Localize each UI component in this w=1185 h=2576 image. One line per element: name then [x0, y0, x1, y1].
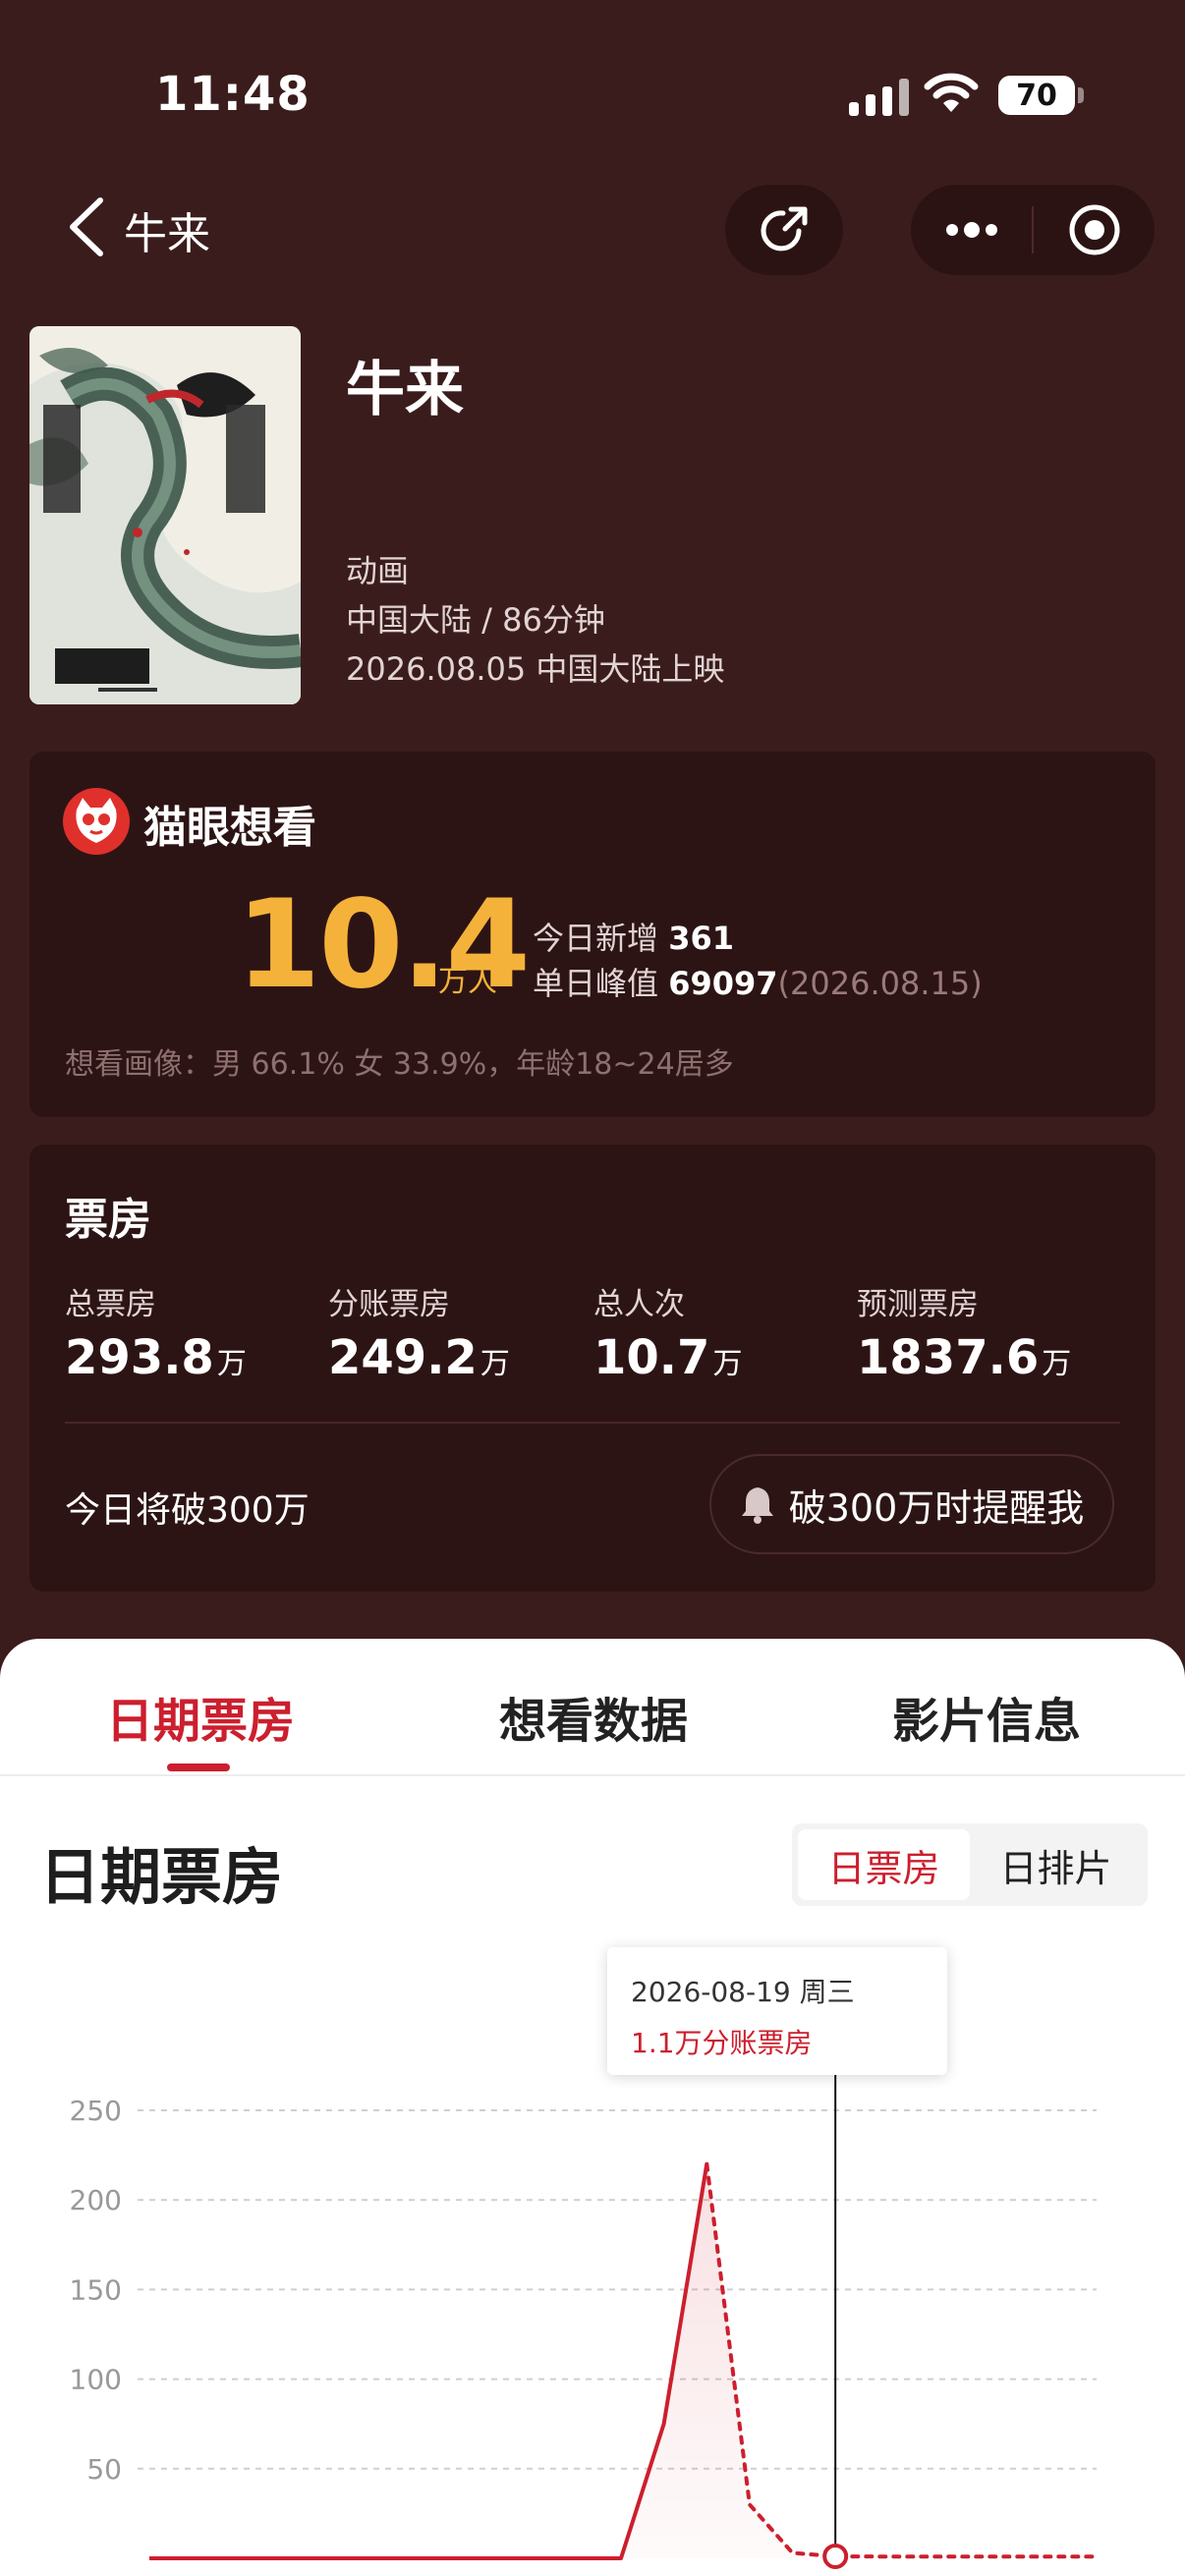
daily-box-office-chart[interactable]: 250 200 150 100 50: [0, 2063, 1185, 2576]
y-tick-label: 100: [70, 2364, 122, 2396]
want-portrait: 想看画像：男 66.1% 女 33.9%，年龄18~24居多: [65, 1047, 734, 1082]
signal-icon: [849, 77, 909, 116]
y-tick-label: 200: [70, 2184, 122, 2216]
chart-line-forecast: [705, 2161, 1095, 2559]
more-dots-icon: [945, 222, 997, 238]
tooltip-date: 2026-08-19 周三: [631, 1976, 855, 2008]
battery-indicator: 70: [998, 76, 1075, 115]
movie-release: 2026.08.05 中国大陆上映: [346, 650, 725, 688]
y-tick-label: 250: [70, 2095, 122, 2127]
want-peak-date: (2026.08.15): [777, 965, 983, 1002]
remind-me-label: 破300万时提醒我: [788, 1485, 1085, 1530]
more-button[interactable]: [911, 185, 1032, 275]
want-count-unit: 万人: [438, 965, 497, 999]
movie-poster[interactable]: [29, 326, 301, 704]
active-tab-indicator: [167, 1764, 230, 1771]
share-button[interactable]: [725, 185, 843, 275]
toggle-daily-box-office[interactable]: 日票房: [798, 1829, 970, 1900]
remind-me-button[interactable]: 破300万时提醒我: [709, 1454, 1114, 1554]
section-title: 日期票房: [39, 1841, 284, 1913]
movie-genre: 动画: [346, 552, 410, 589]
want-peak: 单日峰值 69097(2026.08.15): [533, 959, 983, 1004]
box-office-title: 票房: [65, 1195, 151, 1245]
want-today-value: 361: [668, 920, 734, 957]
stat-total-value: 293.8 万: [65, 1330, 247, 1385]
nav-title: 牛来: [124, 209, 210, 259]
stat-forecast-label: 预测票房: [857, 1287, 979, 1322]
chart-line-actual: [149, 2163, 709, 2560]
status-time: 11:48: [155, 67, 310, 122]
tab-divider: [0, 1774, 1185, 1776]
bell-icon: [741, 1487, 773, 1524]
stat-admissions-label: 总人次: [593, 1287, 685, 1322]
tab-want-data[interactable]: 想看数据: [499, 1682, 688, 1751]
want-label: 猫眼想看: [143, 803, 316, 853]
chart-grid: [138, 2109, 1097, 2470]
chevron-left-icon: [70, 197, 103, 256]
target-icon: [1069, 204, 1119, 255]
chart-mode-toggle: 日票房 日排片: [792, 1823, 1148, 1906]
close-mini-program-button[interactable]: [1034, 185, 1155, 275]
chart-tooltip: 2026-08-19 周三 1.1万分账票房: [607, 1947, 947, 2075]
want-peak-value: 69097: [668, 965, 778, 1002]
tab-movie-info[interactable]: 影片信息: [892, 1682, 1081, 1751]
want-peak-label: 单日峰值: [533, 965, 659, 1002]
chart-highlight-point[interactable]: [822, 2543, 849, 2569]
stat-total-label: 总票房: [65, 1287, 156, 1322]
y-tick-label: 150: [70, 2273, 122, 2306]
stat-forecast-value: 1837.6 万: [857, 1330, 1072, 1385]
stat-split-label: 分账票房: [328, 1287, 450, 1322]
stat-split-value: 249.2 万: [328, 1330, 510, 1385]
movie-title: 牛来: [346, 356, 464, 424]
want-today: 今日新增 361: [533, 914, 734, 959]
toggle-daily-screenings[interactable]: 日排片: [970, 1829, 1142, 1900]
back-button[interactable]: [65, 196, 108, 257]
chart-y-axis: 250 200 150 100 50: [70, 2095, 122, 2486]
want-today-label: 今日新增: [533, 920, 659, 957]
share-icon: [761, 206, 808, 252]
box-office-divider: [65, 1422, 1120, 1424]
battery-tip: [1078, 87, 1084, 103]
tab-daily-box-office[interactable]: 日期票房: [106, 1682, 295, 1751]
chart-area-fill: [149, 2163, 1093, 2558]
stat-admissions-value: 10.7 万: [593, 1330, 743, 1385]
maoyan-logo-icon: [63, 788, 130, 855]
tooltip-value: 1.1万分账票房: [631, 2027, 813, 2059]
today-milestone-text: 今日将破300万: [65, 1490, 310, 1531]
movie-region-duration: 中国大陆 / 86分钟: [346, 601, 605, 639]
mini-program-capsule: [911, 185, 1155, 275]
wifi-icon: [924, 71, 979, 118]
y-tick-label: 50: [86, 2453, 122, 2486]
